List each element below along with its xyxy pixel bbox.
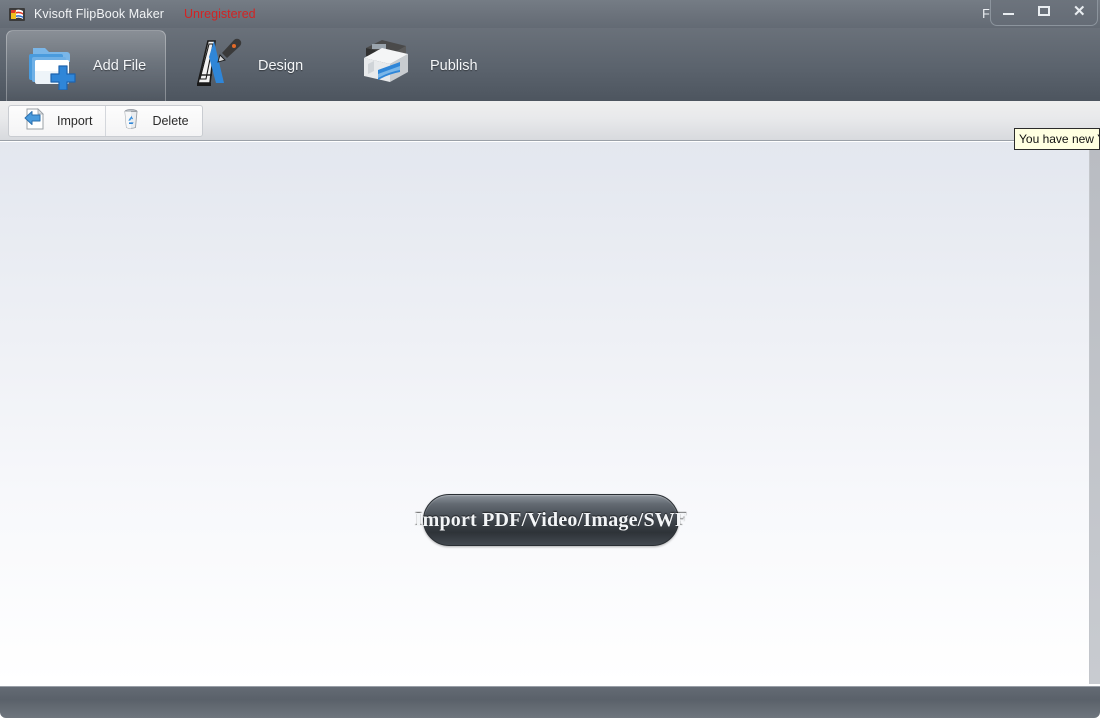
- printer-icon: [356, 36, 416, 95]
- title-bar-left: Kvisoft FlipBook Maker Unregistered: [0, 7, 256, 22]
- toolbar-button-group: Import Delete: [8, 105, 203, 137]
- application-window: Kvisoft FlipBook Maker Unregistered File…: [0, 0, 1100, 718]
- close-button[interactable]: ✕: [1065, 1, 1093, 21]
- tab-design[interactable]: Design: [176, 30, 316, 101]
- import-button-label: Import: [57, 114, 93, 128]
- recycle-bin-icon: [119, 107, 143, 136]
- notification-tooltip-text: You have new Ya: [1019, 132, 1099, 146]
- import-button[interactable]: Import: [9, 106, 105, 136]
- flipbook-logo-icon: [9, 7, 26, 22]
- document-canvas[interactable]: Import PDF/Video/Image/SWF: [0, 142, 1090, 684]
- maximize-button[interactable]: [1030, 1, 1058, 21]
- import-media-button[interactable]: Import PDF/Video/Image/SWF: [415, 494, 687, 546]
- title-bar-right: File Help ✕: [976, 0, 1100, 28]
- tab-design-label: Design: [258, 57, 304, 74]
- minimize-button[interactable]: [995, 1, 1023, 21]
- tab-add-file-label: Add File: [93, 58, 147, 74]
- tab-publish-label: Publish: [430, 57, 478, 74]
- window-controls: ✕: [990, 0, 1098, 26]
- minimize-icon: [1003, 13, 1015, 15]
- app-title: Kvisoft FlipBook Maker: [34, 7, 165, 21]
- delete-button[interactable]: Delete: [105, 106, 201, 136]
- delete-button-label: Delete: [152, 114, 189, 128]
- title-bar: Kvisoft FlipBook Maker Unregistered File…: [0, 0, 1100, 28]
- notification-tooltip: You have new Ya: [1014, 128, 1100, 150]
- folder-add-icon: [23, 38, 85, 95]
- maximize-icon: [1037, 6, 1050, 16]
- design-pen-icon: [184, 35, 244, 96]
- license-status: Unregistered: [184, 7, 256, 21]
- main-tab-strip: Add File Design Publish: [0, 28, 1100, 101]
- import-media-button-label: Import PDF/Video/Image/SWF: [414, 508, 688, 531]
- sub-toolbar: Import Delete: [0, 101, 1100, 231]
- canvas-right-edge: [1090, 142, 1100, 684]
- tab-add-file[interactable]: Add File: [6, 30, 166, 101]
- close-icon: ✕: [1073, 2, 1086, 20]
- import-page-arrow-icon: [22, 107, 48, 136]
- tab-publish[interactable]: Publish: [348, 30, 488, 101]
- status-bar: [0, 686, 1100, 718]
